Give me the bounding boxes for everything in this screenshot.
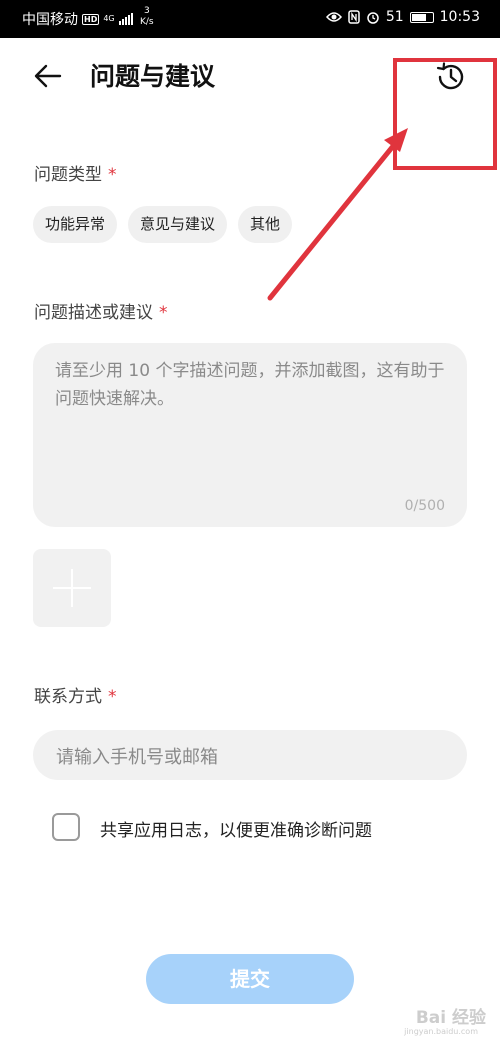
carrier-name: 中国移动 bbox=[22, 12, 78, 28]
contact-placeholder: 请输入手机号或邮箱 bbox=[56, 747, 218, 768]
description-label-text: 问题描述或建议 bbox=[34, 303, 153, 323]
eye-icon bbox=[325, 12, 342, 22]
required-mark: * bbox=[108, 687, 117, 707]
alarm-icon bbox=[367, 12, 379, 24]
issue-type-options: 功能异常 意见与建议 其他 bbox=[33, 206, 293, 243]
description-label: 问题描述或建议 * bbox=[34, 298, 168, 323]
status-right: 51 10:53 bbox=[325, 9, 480, 25]
status-left: 中国移动 HD 4G bbox=[22, 9, 133, 29]
description-placeholder: 请至少用 10 个字描述问题，并添加截图，这有助于问题快速解决。 bbox=[55, 361, 445, 409]
app-header: 问题与建议 bbox=[0, 38, 500, 170]
description-textarea[interactable]: 请至少用 10 个字描述问题，并添加截图，这有助于问题快速解决。 0/500 bbox=[33, 343, 467, 527]
status-bar: 中国移动 HD 4G 3 K/s 51 10:53 bbox=[0, 0, 500, 38]
speed-value: 3 bbox=[143, 6, 150, 16]
submit-button[interactable]: 提交 bbox=[146, 954, 354, 1004]
signal-icon bbox=[118, 13, 133, 25]
baidu-watermark: Bai 经验 bbox=[415, 1008, 486, 1028]
contact-label: 联系方式 * bbox=[34, 682, 117, 707]
share-log-checkbox[interactable] bbox=[52, 813, 80, 841]
network-speed: 3 K/s bbox=[140, 6, 154, 28]
page-title: 问题与建议 bbox=[90, 62, 216, 91]
chip-function-error[interactable]: 功能异常 bbox=[33, 206, 118, 243]
contact-input[interactable]: 请输入手机号或邮箱 bbox=[33, 730, 467, 780]
speed-unit: K/s bbox=[140, 17, 154, 27]
issue-type-label: 问题类型 * bbox=[34, 160, 117, 185]
contact-label-text: 联系方式 bbox=[34, 687, 102, 707]
required-mark: * bbox=[159, 303, 168, 323]
issue-type-label-text: 问题类型 bbox=[34, 165, 102, 185]
chip-other[interactable]: 其他 bbox=[238, 206, 293, 243]
battery-icon bbox=[409, 11, 434, 23]
chip-suggestion[interactable]: 意见与建议 bbox=[128, 206, 228, 243]
baidu-watermark-url: jingyan.baidu.com bbox=[404, 1027, 478, 1036]
required-mark: * bbox=[108, 165, 117, 185]
annotation-highlight-box bbox=[393, 58, 497, 170]
share-log-label[interactable]: 共享应用日志，以便更准确诊断问题 bbox=[100, 816, 372, 841]
add-screenshot-button[interactable] bbox=[33, 549, 111, 627]
clock: 10:53 bbox=[439, 9, 480, 25]
nfc-icon bbox=[348, 10, 360, 24]
battery-level: 51 bbox=[385, 9, 404, 25]
network-type: 4G bbox=[103, 14, 115, 23]
back-arrow-icon[interactable] bbox=[32, 60, 64, 92]
hd-badge: HD bbox=[82, 13, 100, 25]
character-counter: 0/500 bbox=[404, 498, 445, 514]
